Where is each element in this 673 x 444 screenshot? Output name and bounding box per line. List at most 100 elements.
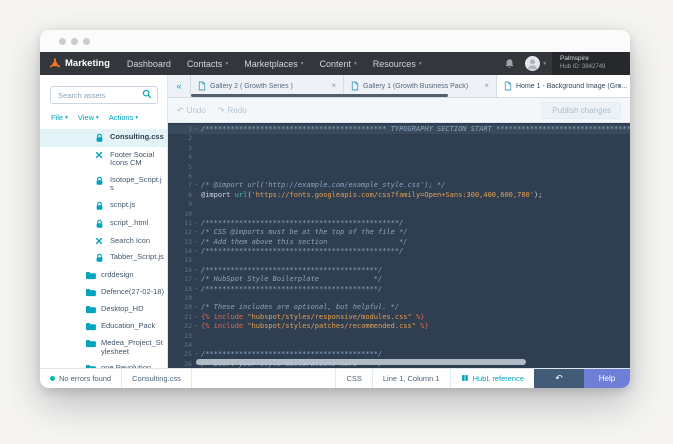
status-undo-button[interactable]: ↶ [534,369,584,388]
fold-caret-icon[interactable]: ▾ [192,181,201,190]
fold-caret-icon[interactable]: ▾ [192,285,201,294]
tree-item-isotope-script-js[interactable]: Isotope_Script.js [40,172,167,197]
collapse-sidebar-button[interactable]: « [168,75,191,97]
account-info[interactable]: Palmspire Hub ID: 3842749 [552,52,630,75]
notifications-bell-icon[interactable] [504,58,515,69]
fold-caret-icon[interactable]: ▾ [192,125,201,134]
undo-button[interactable]: ↶ Undo [177,106,206,115]
code-line[interactable]: 20 ▾/* These includes are optional, but h… [168,303,630,312]
code-line[interactable]: 21 ▾ {% include "hubspot/styles/responsive… [168,313,630,322]
status-help-button[interactable]: Help [584,369,630,388]
fold-gutter [192,294,201,303]
fold-caret-icon[interactable]: ▾ [192,322,201,331]
code-lines: 1 ▾/*************************************… [168,125,630,368]
code-line[interactable]: 5 [168,163,630,172]
code-line[interactable]: 10 [168,210,630,219]
code-line[interactable]: 16 ▾/************************************… [168,266,630,275]
tree-item-crddesign[interactable]: crddesign [40,267,167,284]
code-line[interactable]: 14 ▾/************************************… [168,247,630,256]
code-line[interactable]: 15 [168,256,630,265]
code-line[interactable]: 1 ▾/*************************************… [168,125,630,135]
window-control-dot[interactable] [83,37,90,45]
redo-button[interactable]: ↷ Redo [218,106,247,115]
publish-changes-button[interactable]: Publish changes [542,101,621,119]
tree-item-education-pack[interactable]: Education_Pack [40,318,167,335]
close-tab-icon[interactable]: × [484,82,489,90]
code-line[interactable]: 2 [168,134,630,143]
hubspot-brand[interactable]: Marketing [49,57,110,70]
fold-caret-icon[interactable]: ▾ [192,228,201,237]
status-ok-dot [50,376,55,381]
tree-item-defence-27-02-18[interactable]: Defence(27-02-18) [40,284,167,301]
code-line-content: /***************************************… [201,218,404,227]
tree-item-tabber-script-js[interactable]: Tabber_Script.js [40,249,167,267]
code-line[interactable]: 13 ▾/* Add them above this section */ [168,238,630,247]
code-line[interactable]: 18 ▾/************************************… [168,285,630,294]
fold-gutter [192,134,201,143]
code-line[interactable]: 22 ▾ {% include "hubspot/styles/patches/re… [168,322,630,331]
line-number: 26 [184,359,192,368]
code-line[interactable]: 12 ▾/* CSS @imports must be at the top of… [168,228,630,237]
fold-gutter [192,191,201,200]
code-line[interactable]: 3 [168,144,630,153]
code-line[interactable]: 19 [168,294,630,303]
line-number: 8 [188,190,192,199]
tree-item-search-icon[interactable]: Search Icon [40,233,167,249]
close-tab-icon[interactable]: × [331,82,336,90]
account-chevron-down-icon[interactable]: ▾ [543,61,546,67]
code-line[interactable]: 6 [168,172,630,181]
horizontal-scrollbar[interactable] [196,359,526,365]
code-line-content: /* CSS @imports must be at the top of th… [201,228,408,237]
tree-item-footer-social-icons-cm[interactable]: Footer Social Icons CM [40,147,167,172]
window-control-dot[interactable] [59,37,66,45]
avatar[interactable] [525,56,541,71]
fold-caret-icon[interactable]: ▾ [192,313,201,322]
code-line[interactable]: 4 [168,153,630,162]
nav-item-content[interactable]: Content ▾ [320,59,357,69]
tree-item-desktop-hd[interactable]: Desktop_HD [40,301,167,318]
tab-overflow-menu-button[interactable]: ▾ [610,75,630,97]
code-line[interactable]: 11 ▾/************************************… [168,219,630,228]
tab-strip-scrollbar[interactable] [191,94,448,97]
tree-item-label: Defence(27-02-18) [101,287,164,297]
window-control-dot[interactable] [71,37,78,45]
fold-caret-icon[interactable]: ▾ [192,275,201,284]
search-icon[interactable] [142,86,152,104]
folder-icon [85,271,96,280]
nav-item-label: Marketplaces [244,58,298,69]
tree-item-script-html[interactable]: script_.html [40,215,167,233]
tree-item-label: Medea_Project_Stylesheet [101,338,163,356]
tree-item-consulting-css[interactable]: Consulting.css [40,129,167,147]
tree-item-medea-project-stylesheet[interactable]: Medea_Project_Stylesheet [40,335,167,360]
tree-item-label: script.js [110,199,136,209]
code-line[interactable]: 7 ▾/* @import url('http://example.com/exa… [168,181,630,190]
code-line[interactable]: 24 [168,341,630,350]
code-line[interactable]: 23 [168,332,630,341]
fold-caret-icon[interactable]: ▾ [192,238,201,247]
nav-item-contacts[interactable]: Contacts ▾ [187,59,228,69]
chevron-down-icon: ▾ [135,114,139,121]
sidebar-menu-file[interactable]: File ▾ [51,113,68,122]
menu-label: File [51,113,64,122]
nav-item-marketplaces[interactable]: Marketplaces ▾ [244,59,303,69]
fold-caret-icon[interactable]: ▾ [192,266,201,275]
fold-caret-icon[interactable]: ▾ [192,219,201,228]
code-editor[interactable]: 1 ▾/*************************************… [168,123,630,368]
sidebar-menu-view[interactable]: View ▾ [78,113,99,122]
search-box[interactable] [50,86,158,104]
code-line[interactable]: 17 ▾/* HubSpot Style Boilerplate */ [168,275,630,284]
nav-item-dashboard[interactable]: Dashboard [127,59,171,69]
tree-item-script-js[interactable]: script.js [40,197,167,215]
status-filename[interactable]: Consulting.css [122,369,192,388]
fold-caret-icon[interactable]: ▾ [192,303,201,312]
code-line[interactable]: 9 [168,200,630,209]
nav-item-resources[interactable]: Resources ▾ [373,59,422,69]
fold-caret-icon[interactable]: ▾ [192,247,201,256]
sidebar-menu-actions[interactable]: Actions ▾ [109,113,138,122]
search-input[interactable] [56,89,139,101]
code-line-content: /***************************************… [201,265,383,274]
line-number: 10 [184,209,192,218]
code-line[interactable]: 8 @import url('https://fonts.googleapis.c… [168,191,630,200]
status-hubl-reference[interactable]: HubL reference [449,369,534,388]
tree-item-one-revolution[interactable]: one Revolution [40,360,167,368]
